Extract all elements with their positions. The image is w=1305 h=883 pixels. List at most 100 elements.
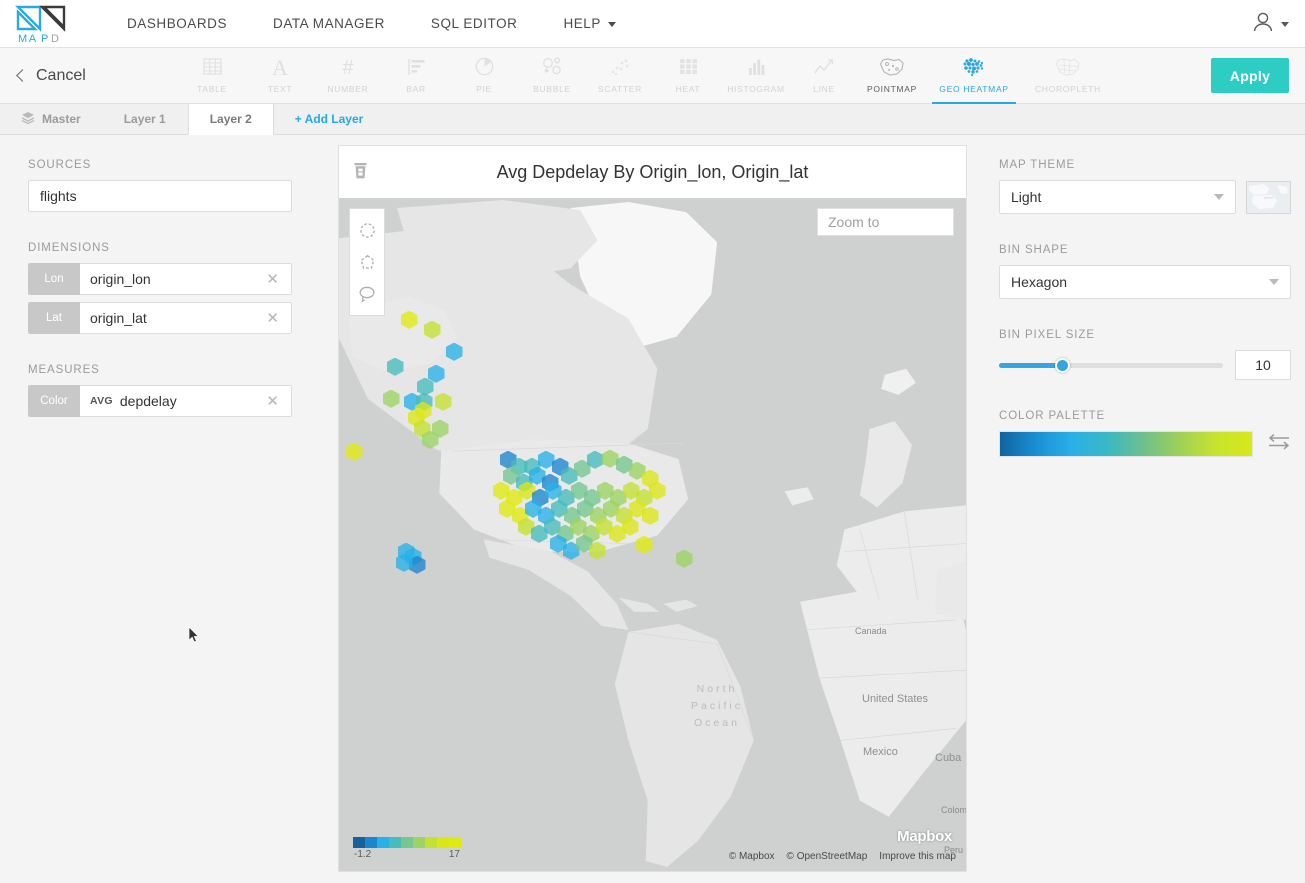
dimensions-group: DIMENSIONS Lon origin_lon ✕ Lat origin_l…: [28, 242, 292, 334]
user-avatar-icon: [1252, 11, 1274, 38]
legend-swatch: [425, 837, 437, 848]
map-theme-select[interactable]: Light: [999, 180, 1236, 214]
layer-tab-layer-2[interactable]: Layer 2: [187, 104, 274, 135]
slider-fill: [999, 362, 1062, 368]
mapbox-watermark: Mapbox: [897, 828, 952, 845]
bar-chart-icon: [406, 55, 427, 79]
chart-type-pie[interactable]: PIE: [450, 48, 518, 104]
number-icon: #: [337, 55, 359, 79]
svg-text:#: #: [342, 57, 354, 78]
layer-tab-label: Layer 1: [123, 112, 166, 126]
chart-type-toolbar: Cancel TABLE A TEXT # NUMBER BAR PIE BUB…: [0, 48, 1305, 104]
map-attribution: © Mapbox © OpenStreetMap Improve this ma…: [729, 851, 956, 862]
legend-min: -1.2: [354, 849, 372, 860]
trash-bin-icon[interactable]: [353, 162, 368, 185]
bin-shape-label: BIN SHAPE: [999, 244, 1069, 256]
map-theme-value: Light: [1011, 189, 1042, 205]
chevron-down-icon: [1269, 279, 1279, 285]
measure-aggregate: AVG: [90, 395, 113, 407]
swap-direction-icon[interactable]: [1267, 433, 1291, 456]
map-canvas[interactable]: NorthPacificOcean NorthAtlanticOcean Sou…: [339, 198, 966, 871]
close-icon[interactable]: ✕: [266, 272, 281, 287]
circle-select-icon[interactable]: [350, 214, 384, 246]
dimension-field-lon[interactable]: origin_lon ✕: [80, 263, 292, 295]
user-menu[interactable]: [1252, 0, 1289, 48]
cancel-button[interactable]: Cancel: [16, 67, 178, 85]
chevron-down-icon: [1281, 21, 1289, 27]
chevron-left-icon: [16, 68, 29, 82]
chart-type-label: CHOROPLETH: [1034, 83, 1102, 94]
bin-shape-select[interactable]: Hexagon: [999, 265, 1291, 299]
chart-type-label: HEAT: [675, 83, 701, 94]
chart-type-scatter[interactable]: SCATTER: [586, 48, 654, 104]
geo-heatmap-icon: [959, 55, 989, 79]
bin-pixel-size-slider[interactable]: [999, 357, 1223, 373]
nav-dashboards[interactable]: DASHBOARDS: [104, 16, 250, 31]
layers-stack-icon: [21, 111, 35, 127]
zoom-to-input[interactable]: Zoom to: [817, 208, 954, 236]
svg-text:A: A: [272, 56, 288, 78]
bin-pixel-size-input[interactable]: 10: [1235, 350, 1291, 380]
top-navbar: MA P D DASHBOARDS DATA MANAGER SQL EDITO…: [0, 0, 1305, 48]
chart-type-number[interactable]: # NUMBER: [314, 48, 382, 104]
chart-type-label: TABLE: [197, 83, 227, 94]
attribution-mapbox[interactable]: © Mapbox: [729, 851, 775, 862]
nav-help[interactable]: HELP: [540, 16, 638, 31]
bin-pixel-size-group: BIN PIXEL SIZE 10: [999, 329, 1291, 380]
layer-tab-layer-1[interactable]: Layer 1: [103, 104, 188, 134]
mapd-logo[interactable]: MA P D: [6, 4, 78, 44]
polygon-select-icon[interactable]: [350, 246, 384, 278]
svg-text:D: D: [51, 33, 61, 44]
apply-button[interactable]: Apply: [1211, 58, 1289, 93]
measure-field-color[interactable]: AVG depdelay ✕: [80, 385, 292, 417]
nav-sql-editor[interactable]: SQL EDITOR: [408, 16, 541, 31]
bin-shape-value: Hexagon: [1011, 274, 1068, 290]
map-theme-thumbnail[interactable]: [1246, 180, 1291, 214]
lasso-select-icon[interactable]: [350, 278, 384, 310]
svg-text:MA: MA: [18, 33, 38, 44]
dimension-pill-lon: Lon: [28, 263, 80, 295]
chart-type-histogram[interactable]: HISTOGRAM: [722, 48, 790, 104]
source-select[interactable]: flights: [28, 180, 292, 212]
dimension-value-lon: origin_lon: [90, 271, 151, 287]
chart-type-label: LINE: [813, 83, 835, 94]
close-icon[interactable]: ✕: [266, 394, 281, 409]
slider-handle[interactable]: [1054, 357, 1070, 373]
chart-type-choropleth[interactable]: CHOROPLETH: [1022, 48, 1114, 104]
add-layer-button[interactable]: + Add Layer: [274, 104, 386, 134]
layer-tab-master[interactable]: Master: [0, 104, 103, 134]
chart-type-text[interactable]: A TEXT: [246, 48, 314, 104]
chart-type-label: BUBBLE: [533, 83, 571, 94]
legend-swatches: [353, 837, 461, 848]
chart-type-bubble[interactable]: BUBBLE: [518, 48, 586, 104]
legend-swatch: [365, 837, 377, 848]
color-palette-group: COLOR PALETTE: [999, 410, 1291, 457]
legend-swatch: [377, 837, 389, 848]
chart-type-heat[interactable]: HEAT: [654, 48, 722, 104]
color-palette-bar[interactable]: [999, 431, 1253, 457]
pie-chart-icon: [474, 55, 495, 79]
dimension-field-lat[interactable]: origin_lat ✕: [80, 302, 292, 334]
chart-type-pointmap[interactable]: POINTMAP: [858, 48, 926, 104]
chart-type-line[interactable]: LINE: [790, 48, 858, 104]
bin-pixel-size-label: BIN PIXEL SIZE: [999, 329, 1095, 341]
attribution-osm[interactable]: © OpenStreetMap: [787, 851, 868, 862]
nav-data-manager[interactable]: DATA MANAGER: [250, 16, 408, 31]
layer-tab-label: Layer 2: [209, 112, 252, 126]
chart-type-geo-heatmap[interactable]: GEO HEATMAP: [926, 48, 1022, 104]
close-icon[interactable]: ✕: [266, 311, 281, 326]
measure-row-color: Color AVG depdelay ✕: [28, 385, 292, 417]
measure-value: depdelay: [119, 393, 177, 409]
chart-header: Avg Depdelay By Origin_lon, Origin_lat: [339, 146, 966, 198]
legend-swatch: [449, 837, 461, 848]
attribution-improve-map[interactable]: Improve this map: [879, 851, 956, 862]
chart-type-label: BAR: [406, 83, 426, 94]
chart-type-bar[interactable]: BAR: [382, 48, 450, 104]
right-config-panel: MAP THEME Light BIN SHAPE Hexagon BIN PI…: [985, 135, 1305, 882]
map-draw-tools: [349, 208, 385, 316]
chart-type-label: PIE: [476, 83, 492, 94]
dimension-row-lat: Lat origin_lat ✕: [28, 302, 292, 334]
measure-pill-color: Color: [28, 385, 80, 417]
map-theme-group: MAP THEME Light: [999, 159, 1291, 214]
chart-type-table[interactable]: TABLE: [178, 48, 246, 104]
